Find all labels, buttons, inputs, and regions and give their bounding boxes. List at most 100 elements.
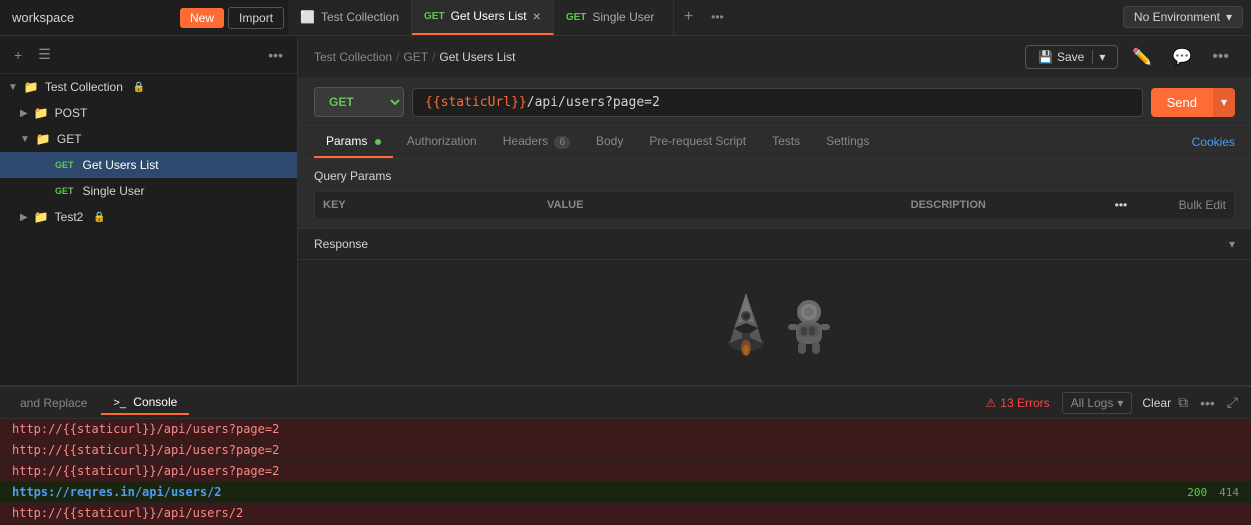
single-user-label: Single User xyxy=(83,184,145,198)
env-label: No Environment xyxy=(1134,10,1220,24)
get-users-list-label: Get Users List xyxy=(83,158,159,172)
settings-tab-label: Settings xyxy=(826,134,869,148)
col-header-value: VALUE xyxy=(547,199,907,211)
col-header-description: DESCRIPTION xyxy=(911,199,1111,211)
error-circle-icon: ⚠ xyxy=(986,396,997,410)
tab-method-get2: GET xyxy=(566,12,587,23)
url-variable-part: {{staticUrl}} xyxy=(425,95,527,110)
sidebar-add-button[interactable]: + xyxy=(10,45,26,65)
url-input[interactable]: {{staticUrl}} /api/users?page=2 xyxy=(412,88,1143,117)
sidebar-item-post-folder[interactable]: ▶ 📁 POST xyxy=(0,100,297,126)
console-tab[interactable]: >_ Console xyxy=(101,391,189,415)
collection-tab-icon: ⬜ xyxy=(300,10,315,24)
tab-params[interactable]: Params xyxy=(314,126,393,158)
sidebar-more-button[interactable]: ••• xyxy=(264,45,287,65)
sidebar-filter-button[interactable]: ☰ xyxy=(34,44,55,65)
log-entry-3: http://{{staticurl}}/api/users?page=2 xyxy=(0,461,1251,482)
sidebar-collection-root[interactable]: ▼ 📁 Test Collection 🔒 xyxy=(0,74,297,100)
test2-folder-label: Test2 xyxy=(55,210,84,224)
tab-test-collection[interactable]: ⬜ Test Collection xyxy=(288,0,412,35)
lock-icon-test2: 🔒 xyxy=(93,212,105,223)
log-url-5: http://{{staticurl}}/api/users/2 xyxy=(12,506,243,520)
env-dropdown-icon: ▾ xyxy=(1226,10,1232,24)
tab-authorization[interactable]: Authorization xyxy=(395,126,489,158)
tab-pre-request-script[interactable]: Pre-request Script xyxy=(637,126,758,158)
save-dropdown-arrow[interactable]: ▾ xyxy=(1092,50,1105,64)
response-section: Response ▾ xyxy=(298,228,1251,385)
app-header: workspace New Import ⬜ Test Collection G… xyxy=(0,0,1251,36)
response-header: Response ▾ xyxy=(298,229,1251,260)
caret-down-icon: ▼ xyxy=(8,82,18,93)
collection-folder-icon: 📁 xyxy=(24,80,39,94)
breadcrumb-sep2: / xyxy=(432,50,435,64)
breadcrumb-collection: Test Collection xyxy=(314,50,392,64)
environment-selector[interactable]: No Environment ▾ xyxy=(1123,6,1243,28)
new-button[interactable]: New xyxy=(180,8,224,28)
log-size-4: 414 xyxy=(1219,486,1239,499)
tab-label-collection: Test Collection xyxy=(321,10,399,24)
response-title: Response xyxy=(314,237,368,251)
sidebar: + ☰ ••• ▼ 📁 Test Collection 🔒 ▶ 📁 POST ▼… xyxy=(0,36,298,385)
tab-add-button[interactable]: + xyxy=(674,8,703,26)
collection-name: Test Collection xyxy=(45,80,123,94)
caret-down-icon-get: ▼ xyxy=(20,134,30,145)
tab-get-users-list[interactable]: GET Get Users List × xyxy=(412,0,554,35)
tab-close-icon[interactable]: × xyxy=(533,8,541,24)
request-tabs: Params Authorization Headers 6 Body Pre-… xyxy=(298,126,1251,159)
response-expand-button[interactable]: ▾ xyxy=(1229,237,1235,251)
folder-icon-post: 📁 xyxy=(34,106,49,120)
caret-right-icon: ▶ xyxy=(20,108,28,119)
console-log: http://{{staticurl}}/api/users?page=2 ht… xyxy=(0,419,1251,525)
log-url-1: http://{{staticurl}}/api/users?page=2 xyxy=(12,422,279,436)
method-selector[interactable]: GET POST PUT DELETE xyxy=(314,87,404,117)
all-logs-dropdown[interactable]: All Logs ▾ xyxy=(1062,392,1133,414)
headers-tab-label: Headers xyxy=(503,134,548,148)
sidebar-item-test2-folder[interactable]: ▶ 📁 Test2 🔒 xyxy=(0,204,297,230)
tab-body[interactable]: Body xyxy=(584,126,635,158)
clear-button[interactable]: Clear xyxy=(1142,396,1171,410)
expand-console-button[interactable]: ⤢ xyxy=(1222,392,1243,413)
sidebar-item-single-user[interactable]: GET Single User xyxy=(0,178,297,204)
sidebar-item-get-folder[interactable]: ▼ 📁 GET xyxy=(0,126,297,152)
tab-method-get: GET xyxy=(424,11,445,22)
send-group: Send ▾ xyxy=(1151,88,1235,117)
url-path-part: /api/users?page=2 xyxy=(527,95,660,110)
save-button[interactable]: 💾 Save ▾ xyxy=(1025,45,1118,69)
comment-icon-button[interactable]: 💬 xyxy=(1166,44,1198,70)
log-entry-1: http://{{staticurl}}/api/users?page=2 xyxy=(0,419,1251,440)
log-url-3: http://{{staticurl}}/api/users?page=2 xyxy=(12,464,279,478)
sidebar-item-get-users-list[interactable]: GET Get Users List xyxy=(0,152,297,178)
bottom-tabs: and Replace >_ Console ⚠ 13 Errors All L… xyxy=(0,387,1251,419)
send-dropdown-button[interactable]: ▾ xyxy=(1213,88,1235,117)
post-folder-label: POST xyxy=(55,106,88,120)
bulk-edit-button[interactable]: Bulk Edit xyxy=(1179,198,1226,212)
folder-icon-get: 📁 xyxy=(36,132,51,146)
more-cols-icon[interactable]: ••• xyxy=(1115,198,1128,212)
breadcrumb-sep1: / xyxy=(396,50,399,64)
rocket-illustration xyxy=(716,288,834,358)
send-button[interactable]: Send xyxy=(1151,88,1213,117)
breadcrumb: Test Collection / GET / Get Users List 💾… xyxy=(298,36,1251,79)
body-tab-label: Body xyxy=(596,134,623,148)
caret-right-icon-test2: ▶ xyxy=(20,212,28,223)
cookies-link[interactable]: Cookies xyxy=(1192,135,1235,149)
col-header-key: KEY xyxy=(323,199,543,211)
import-button[interactable]: Import xyxy=(228,7,284,29)
sidebar-toolbar: + ☰ ••• xyxy=(0,36,297,74)
find-replace-tab[interactable]: and Replace xyxy=(8,392,99,414)
more-options-button[interactable]: ••• xyxy=(1206,45,1235,69)
bottom-more-button[interactable]: ••• xyxy=(1195,393,1220,413)
breadcrumb-current: Get Users List xyxy=(439,50,515,64)
tab-single-user[interactable]: GET Single User xyxy=(554,0,674,35)
copy-icon-button[interactable]: ⧉ xyxy=(1173,392,1193,413)
tab-more-button[interactable]: ••• xyxy=(703,10,732,24)
tab-headers[interactable]: Headers 6 xyxy=(491,126,582,158)
log-entry-5: http://{{staticurl}}/api/users/2 xyxy=(0,503,1251,524)
edit-icon-button[interactable]: ✏️ xyxy=(1126,44,1158,70)
save-disk-icon: 💾 xyxy=(1038,50,1053,64)
method-badge-get-users: GET xyxy=(52,159,77,171)
tab-tests[interactable]: Tests xyxy=(760,126,812,158)
pre-request-tab-label: Pre-request Script xyxy=(649,134,746,148)
tab-settings[interactable]: Settings xyxy=(814,126,881,158)
save-label: Save xyxy=(1057,50,1084,64)
